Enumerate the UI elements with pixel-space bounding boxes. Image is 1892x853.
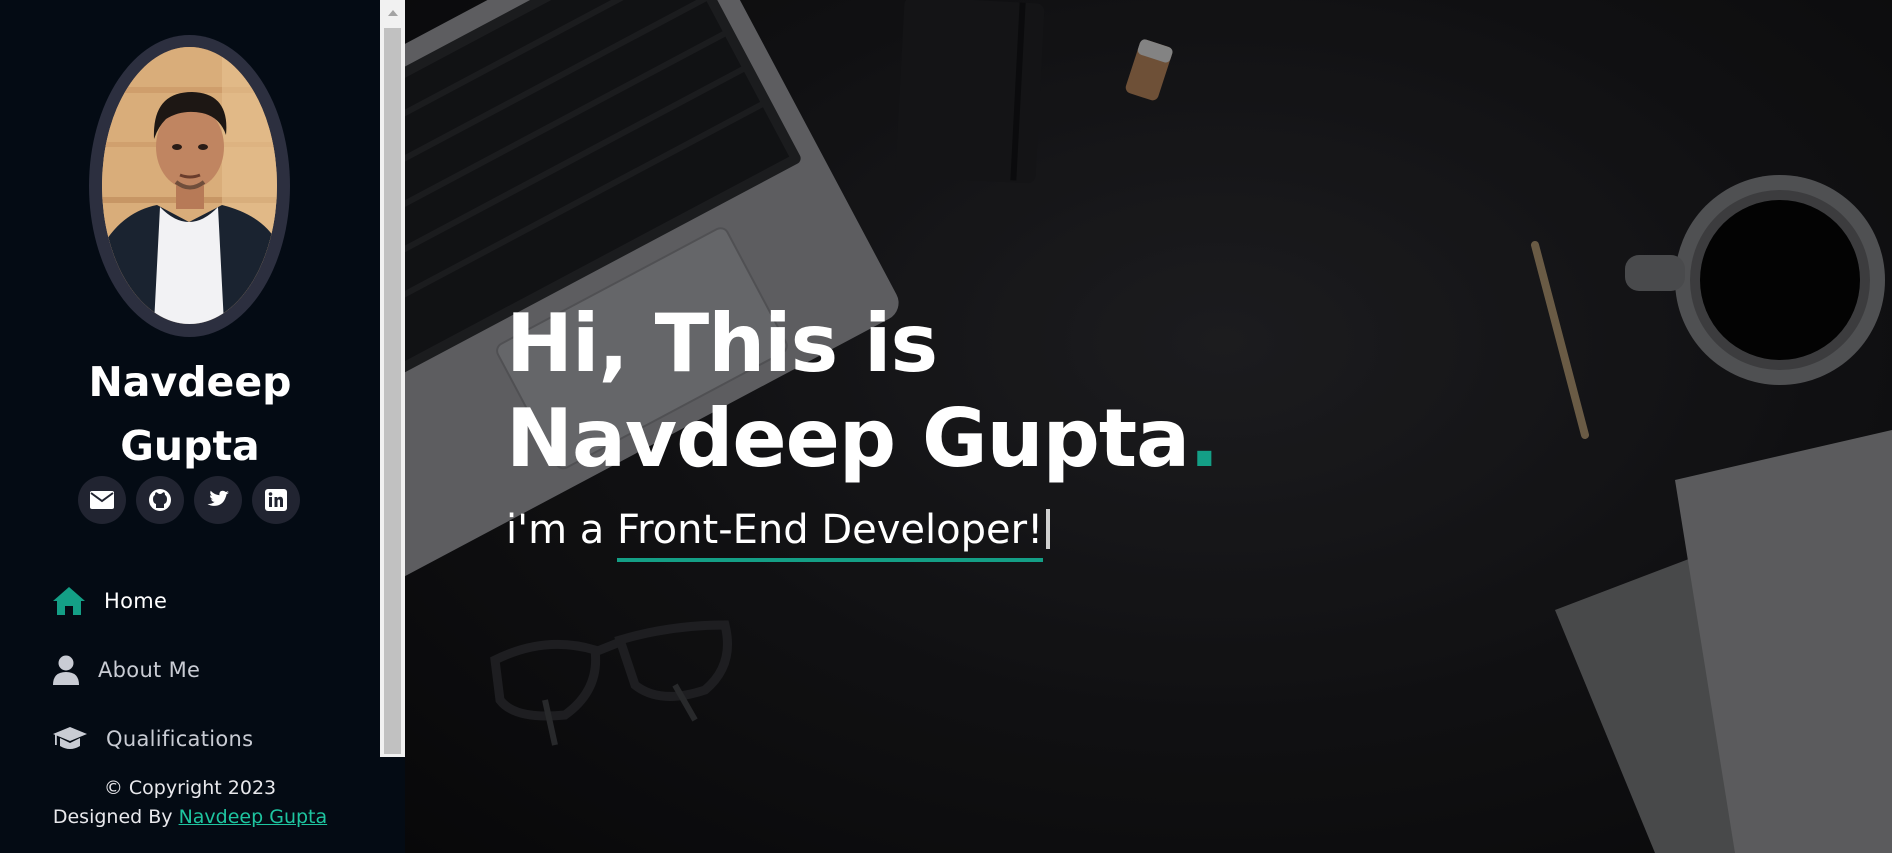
- nav-item-about[interactable]: About Me: [52, 644, 352, 696]
- typed-role-text: Front-End Developer!: [617, 502, 1044, 562]
- github-icon: [149, 489, 171, 511]
- avatar: [102, 47, 277, 324]
- hero-title-line2: Navdeep Gupta.: [506, 391, 1219, 486]
- linkedin-link[interactable]: [252, 476, 300, 524]
- hero-title-name: Navdeep Gupta: [506, 392, 1190, 485]
- scrollbar-thumb[interactable]: [384, 28, 401, 754]
- nav-item-home[interactable]: Home: [52, 575, 352, 627]
- scroll-up-arrow-icon[interactable]: [380, 0, 405, 25]
- linkedin-icon: [265, 489, 287, 511]
- hero-subtitle: i'm a Front-End Developer!: [506, 502, 1051, 562]
- profile-name-line2: Gupta: [120, 422, 260, 470]
- hero-title-dot: .: [1189, 392, 1219, 485]
- envelope-icon: [90, 491, 114, 509]
- hero-title: Hi, This is Navdeep Gupta.: [506, 296, 1219, 486]
- sidebar-footer: © Copyright 2023 Designed By Navdeep Gup…: [0, 774, 380, 832]
- nav-label-qualifications: Qualifications: [106, 727, 254, 751]
- copyright-text: © Copyright 2023: [103, 777, 277, 799]
- user-icon: [53, 655, 79, 685]
- designer-link[interactable]: Navdeep Gupta: [179, 806, 328, 828]
- designed-by-prefix: Designed By: [52, 806, 179, 828]
- hero-section: Hi, This is Navdeep Gupta. i'm a Front-E…: [405, 0, 1892, 853]
- hero-subtitle-prefix: i'm a: [506, 507, 618, 553]
- nav-label-about: About Me: [98, 658, 201, 682]
- github-link[interactable]: [136, 476, 184, 524]
- profile-name: Navdeep Gupta: [0, 350, 380, 478]
- sidebar-content: Navdeep Gupta Home About Me Qualificatio…: [0, 0, 380, 757]
- sidebar: Navdeep Gupta Home About Me Qualificatio…: [0, 0, 405, 853]
- hero-title-line1: Hi, This is: [506, 297, 938, 390]
- home-icon: [53, 587, 85, 615]
- nav-label-home: Home: [104, 589, 168, 613]
- typing-cursor: [1046, 509, 1051, 549]
- profile-name-line1: Navdeep: [88, 358, 292, 406]
- designed-by: Designed By Navdeep Gupta: [0, 803, 380, 832]
- sidebar-scrollbar[interactable]: [380, 0, 405, 757]
- email-link[interactable]: [78, 476, 126, 524]
- twitter-icon: [207, 490, 229, 506]
- graduation-cap-icon: [53, 727, 87, 749]
- nav-item-qualifications[interactable]: Qualifications: [52, 713, 352, 757]
- social-links: [78, 476, 302, 524]
- twitter-link[interactable]: [194, 476, 242, 524]
